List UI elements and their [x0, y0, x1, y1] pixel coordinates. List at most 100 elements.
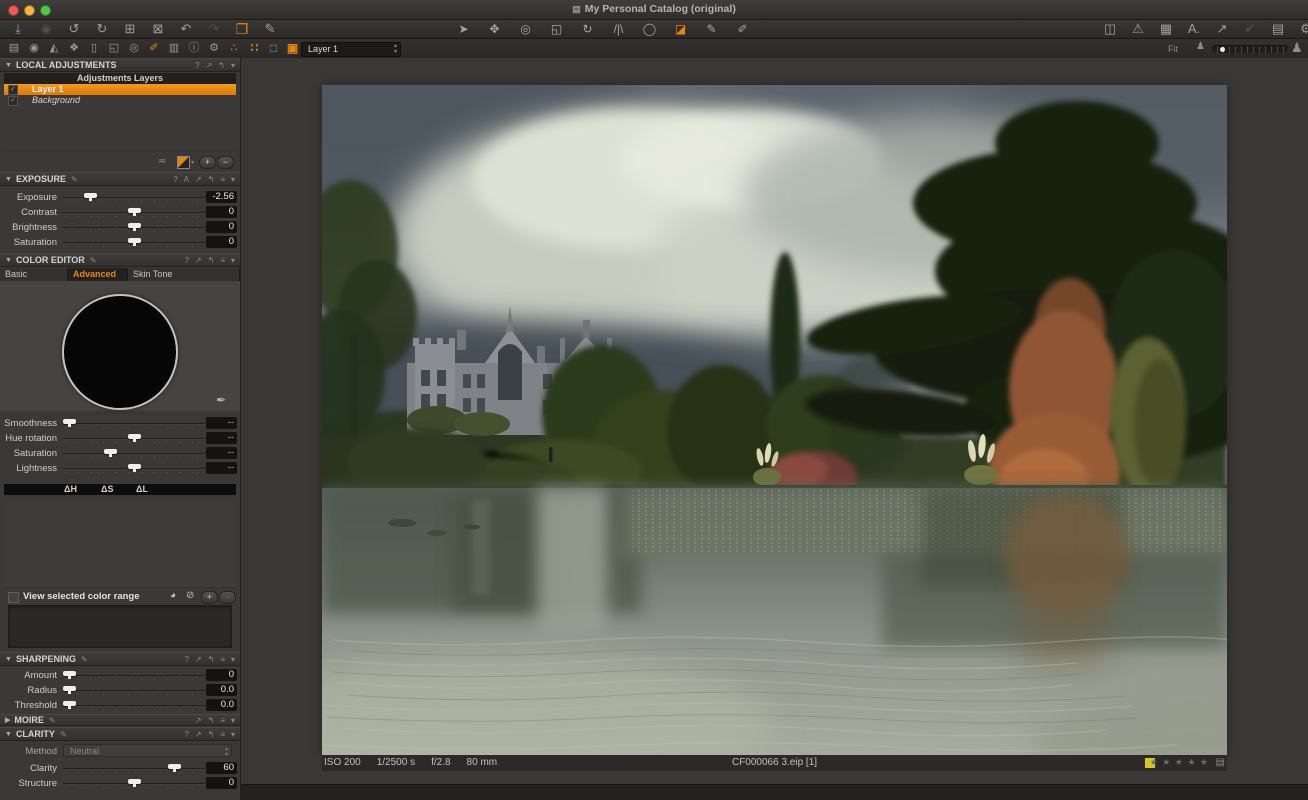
slider-handle[interactable] — [62, 671, 76, 679]
layer-select-stepper-icon[interactable]: ▴ ▾ — [394, 43, 397, 55]
color-editor-header[interactable]: ▼ COLOR EDITOR ✎ ? ↗ ↰ ≡ ▾ — [0, 253, 240, 267]
cursor-tool-icon[interactable]: ➤ — [448, 20, 479, 38]
slider-value[interactable]: -- — [206, 462, 237, 474]
crop-tool-icon[interactable]: ◱ — [541, 20, 572, 38]
single-view-icon[interactable]: □ — [264, 39, 283, 58]
collapse-caret-icon[interactable]: ▼ — [5, 656, 12, 663]
slider-value[interactable]: 0 — [206, 221, 237, 233]
erase-mask-tool-icon[interactable]: ✐ — [727, 20, 758, 38]
settings-tab-icon[interactable]: ⚙ — [204, 39, 224, 58]
layer-checkbox[interactable]: ✓ — [8, 96, 18, 106]
slider-handle[interactable] — [167, 764, 181, 772]
pie-mask-icon[interactable]: ◕ — [170, 590, 176, 601]
slider-value[interactable]: -- — [206, 417, 237, 429]
warning-icon[interactable]: ⚠ — [1124, 20, 1152, 38]
exposure-header[interactable]: ▼ EXPOSURE ✎ ? A ↗ ↰ ≡ ▾ — [0, 172, 240, 186]
slider-handle[interactable] — [128, 238, 141, 246]
reset-icon[interactable]: ↰ — [208, 655, 215, 664]
slider-value[interactable]: -- — [206, 432, 237, 444]
exposure-levels-icon[interactable]: ◫ — [1096, 20, 1124, 38]
draw-mask-tool-icon[interactable]: ✎ — [696, 20, 727, 38]
rotate-cw-icon[interactable]: ↻ — [88, 20, 116, 38]
reset-icon[interactable]: ↰ — [208, 716, 215, 725]
slider-handle[interactable] — [128, 223, 141, 231]
slider-value[interactable]: 0.0 — [206, 684, 237, 696]
slider-value[interactable]: 0 — [206, 206, 237, 218]
slider-handle[interactable] — [128, 779, 141, 787]
eyedropper-icon[interactable]: ✒ — [216, 393, 226, 407]
zoom-out-person-icon[interactable]: ♟ — [1196, 41, 1205, 52]
star-rating[interactable]: ★ ★ ★ ★ ★ — [1150, 757, 1209, 768]
slider-handle[interactable] — [128, 208, 141, 216]
slider-track[interactable] — [63, 690, 205, 691]
tab-basic[interactable]: Basic — [0, 268, 68, 281]
clone-variants-icon[interactable]: ❐ — [228, 20, 256, 38]
settings-gear-icon[interactable]: ⚙ — [1292, 20, 1308, 38]
delta-s-toggle[interactable]: ΔS — [101, 484, 113, 495]
slider-track[interactable] — [63, 423, 205, 424]
slider-handle[interactable] — [62, 686, 76, 694]
slider-value[interactable]: -- — [206, 447, 237, 459]
grid-icon[interactable]: ▦ — [1152, 20, 1180, 38]
add-color-button[interactable]: + — [201, 591, 218, 604]
color-wheel[interactable] — [62, 294, 178, 410]
blend-icon[interactable]: ≂ — [158, 156, 166, 167]
help-icon[interactable]: ? — [173, 175, 177, 184]
zoom-slider[interactable] — [1212, 45, 1288, 53]
slider-handle[interactable] — [103, 449, 117, 457]
local-adjustments-tab-icon[interactable]: ✐ — [144, 39, 164, 58]
styles-brush-icon[interactable]: ✎ — [256, 20, 284, 38]
slider-value[interactable]: 60 — [206, 762, 237, 774]
exposure-tab-icon[interactable]: ▯ — [84, 39, 104, 58]
multi-view-icon[interactable]: ∷ — [245, 39, 264, 58]
print-icon[interactable]: ▤ — [1264, 20, 1292, 38]
slider-handle[interactable] — [128, 464, 141, 472]
metadata-tab-icon[interactable]: ▥ — [164, 39, 184, 58]
preset-icon[interactable]: ≡ — [220, 716, 225, 725]
zoom-slider-handle[interactable] — [1220, 47, 1225, 52]
delta-h-toggle[interactable]: ΔH — [64, 484, 77, 495]
add-layer-button[interactable]: + — [199, 156, 216, 169]
menu-caret-icon[interactable]: ▾ — [231, 730, 235, 739]
color-tab-icon[interactable]: ❖ — [64, 39, 84, 58]
slider-handle[interactable] — [128, 434, 141, 442]
auto-adjust-icon[interactable]: A — [184, 175, 189, 184]
local-adjustments-header[interactable]: ▼ LOCAL ADJUSTMENTS ? ↗ ↰ ▾ — [0, 58, 240, 72]
collapse-caret-icon[interactable]: ▼ — [5, 176, 12, 183]
capture-tab-icon[interactable]: ◉ — [24, 39, 44, 58]
move-to-folder-icon[interactable]: ⊞ — [116, 20, 144, 38]
layer-select[interactable]: Layer 1 ▴ ▾ — [301, 42, 401, 57]
mask-color-icon[interactable] — [177, 156, 190, 169]
reset-icon[interactable]: ↰ — [218, 61, 225, 70]
zoom-in-person-icon[interactable]: ♟ — [1291, 40, 1303, 56]
slider-value[interactable]: 0.0 — [206, 699, 237, 711]
menu-caret-icon[interactable]: ▾ — [231, 256, 235, 265]
menu-caret-icon[interactable]: ▾ — [231, 655, 235, 664]
collapse-caret-icon[interactable]: ▼ — [5, 62, 12, 69]
remove-color-button[interactable]: − — [219, 591, 236, 604]
picker-slash-icon[interactable]: ⊘ — [186, 590, 194, 601]
mask-caret-icon[interactable]: ▾ — [191, 159, 194, 166]
slider-track[interactable] — [63, 705, 205, 706]
help-icon[interactable]: ? — [184, 256, 188, 265]
delta-l-toggle[interactable]: ΔL — [136, 484, 148, 495]
tab-advanced[interactable]: Advanced — [68, 268, 128, 281]
process-tab-icon[interactable]: ∴ — [224, 39, 244, 58]
clarity-header[interactable]: ▼ CLARITY ✎ ? ↗ ↰ ≡ ▾ — [0, 727, 240, 741]
method-select[interactable]: Neutral ▴ ▾ — [63, 744, 232, 758]
slider-track[interactable] — [63, 675, 205, 676]
slider-handle[interactable] — [62, 419, 76, 427]
redo-icon[interactable]: ↷ — [200, 20, 228, 38]
menu-caret-icon[interactable]: ▾ — [231, 175, 235, 184]
moire-header[interactable]: ▶ MOIRE ✎ ↗ ↰ ≡ ▾ — [0, 714, 240, 726]
detach-icon[interactable]: ↗ — [206, 61, 213, 70]
library-tab-icon[interactable]: ▤ — [4, 39, 24, 58]
remove-layer-button[interactable]: − — [217, 156, 234, 169]
crop-tab-icon[interactable]: ◱ — [104, 39, 124, 58]
slider-value[interactable]: 0 — [206, 236, 237, 248]
reset-icon[interactable]: ↰ — [208, 730, 215, 739]
collapse-caret-icon[interactable]: ▼ — [5, 257, 12, 264]
zoom-fit-label[interactable]: Fit — [1168, 44, 1178, 54]
capture-icon[interactable]: ◉ — [32, 20, 60, 38]
layer-row-empty[interactable] — [4, 139, 236, 151]
